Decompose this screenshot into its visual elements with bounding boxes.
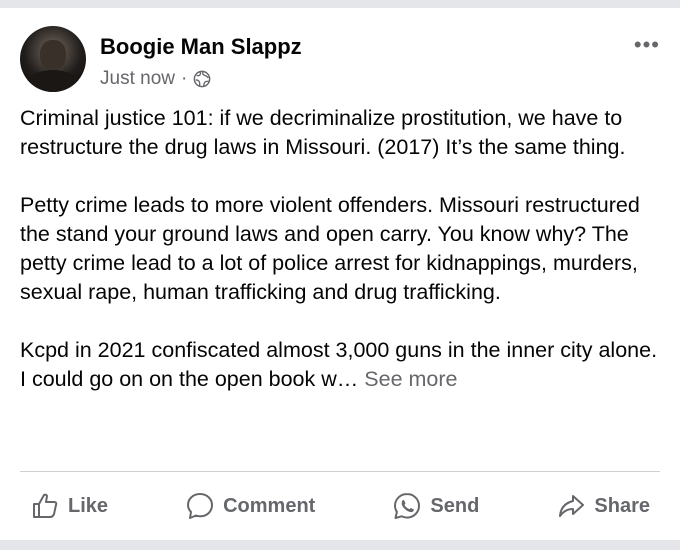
avatar-shoulders [26, 70, 80, 92]
post-card: Boogie Man Slappz Just now · ••• Crimina… [0, 8, 680, 540]
meta-separator: · [180, 68, 188, 89]
post-paragraph-2: Petty crime leads to more violent offend… [20, 193, 640, 304]
post-header: Boogie Man Slappz Just now · ••• [20, 26, 660, 96]
author-name[interactable]: Boogie Man Slappz [100, 34, 302, 60]
comment-button[interactable]: Comment [175, 487, 325, 525]
post-body: Criminal justice 101: if we decriminaliz… [20, 104, 660, 394]
like-button[interactable]: Like [20, 487, 118, 525]
share-arrow-icon [559, 495, 585, 517]
post-paragraph-3: Kcpd in 2021 confiscated almost 3,000 gu… [20, 336, 660, 394]
send-button[interactable]: Send [382, 487, 489, 525]
comment-icon [187, 493, 214, 519]
actions-divider [20, 471, 660, 472]
globe-icon[interactable] [193, 70, 211, 88]
post-timestamp[interactable]: Just now [100, 68, 175, 90]
comment-label: Comment [223, 494, 316, 517]
truncated-text: Kcpd in 2021 confiscated almost 3,000 gu… [20, 338, 658, 391]
post-meta: Just now · [100, 68, 211, 90]
share-label: Share [594, 494, 650, 517]
share-button[interactable]: Share [546, 487, 660, 525]
more-options-icon[interactable]: ••• [634, 32, 660, 58]
see-more-link[interactable]: See more [364, 367, 457, 391]
whatsapp-icon [394, 493, 421, 519]
like-label: Like [68, 494, 109, 517]
send-label: Send [430, 494, 480, 517]
avatar-face [40, 40, 66, 70]
thumbs-up-icon [33, 493, 58, 518]
avatar[interactable] [20, 26, 86, 92]
post-paragraph-1: Criminal justice 101: if we decriminaliz… [20, 106, 626, 159]
action-bar: Like Comment Send Share [20, 484, 660, 528]
